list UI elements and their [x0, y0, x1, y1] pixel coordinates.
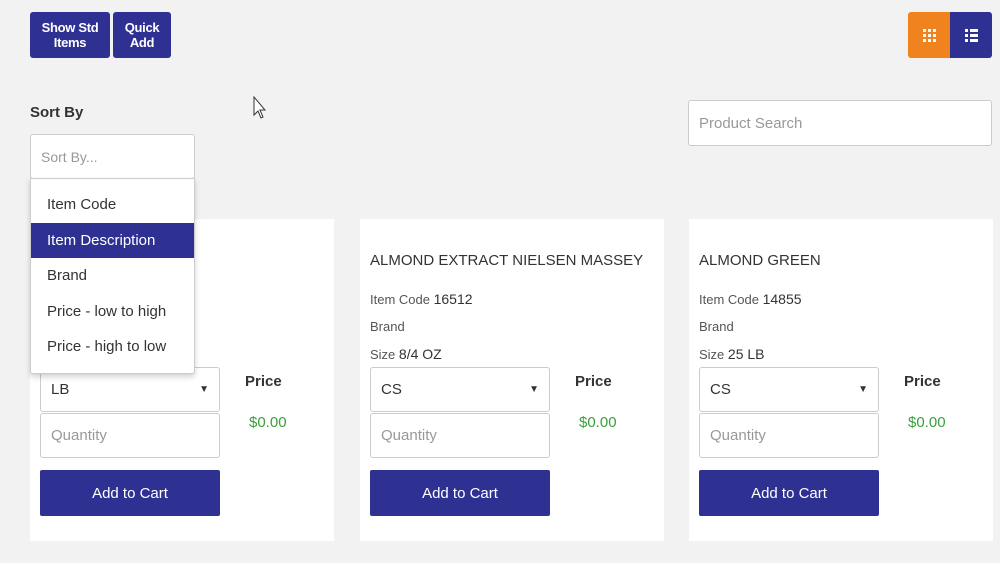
size-value: 8/4 OZ: [398, 346, 442, 362]
size-label: Size: [370, 347, 396, 362]
view-toggle: [908, 12, 992, 58]
item-code-value: 14855: [762, 291, 802, 307]
item-code-row: Item Code 16512: [370, 291, 473, 307]
show-std-items-button[interactable]: Show Std Items: [30, 12, 110, 58]
size-value: 25 LB: [727, 346, 765, 362]
mouse-cursor-icon: [253, 96, 267, 119]
uom-select[interactable]: CS ▼: [370, 367, 550, 412]
price-label: Price: [904, 373, 941, 390]
sort-option-price-high-low[interactable]: Price - high to low: [31, 329, 194, 365]
item-code-label: Item Code: [370, 292, 430, 307]
uom-value: CS: [381, 381, 402, 398]
price-label: Price: [245, 373, 282, 390]
add-to-cart-button[interactable]: Add to Cart: [370, 470, 550, 516]
quantity-input[interactable]: Quantity: [370, 413, 550, 458]
product-title: ALMOND EXTRACT NIELSEN MASSEY: [370, 252, 644, 269]
caret-down-icon: ▼: [858, 384, 868, 395]
sort-option-item-description[interactable]: Item Description: [31, 222, 194, 258]
price-value: $0.00: [908, 414, 946, 431]
uom-select[interactable]: LB ▼: [40, 367, 220, 412]
add-to-cart-button[interactable]: Add to Cart: [40, 470, 220, 516]
uom-select[interactable]: CS ▼: [699, 367, 879, 412]
sort-option-price-low-high[interactable]: Price - low to high: [31, 294, 194, 330]
item-code-label: Item Code: [699, 292, 759, 307]
size-label: Size: [699, 347, 725, 362]
sort-option-brand[interactable]: Brand: [31, 258, 194, 294]
size-row: Size 25 LB: [699, 346, 765, 362]
product-card: ALMOND EXTRACT NIELSEN MASSEY Item Code …: [360, 219, 664, 541]
product-card: ALMOND GREEN Item Code 14855 Brand Size …: [689, 219, 993, 541]
brand-label: Brand: [699, 319, 734, 334]
price-value: $0.00: [579, 414, 617, 431]
product-search-input[interactable]: Product Search: [688, 100, 992, 146]
quantity-input[interactable]: Quantity: [699, 413, 879, 458]
quick-add-button[interactable]: Quick Add: [113, 12, 171, 58]
grid-icon: [922, 28, 936, 42]
caret-down-icon: ▼: [529, 384, 539, 395]
caret-down-icon: ▼: [199, 384, 209, 395]
sort-option-item-code[interactable]: Item Code: [31, 187, 194, 223]
grid-view-button[interactable]: [908, 12, 950, 58]
brand-label: Brand: [370, 319, 405, 334]
size-row: Size 8/4 OZ: [370, 346, 442, 362]
product-title: ALMOND GREEN: [699, 252, 821, 269]
sort-by-select[interactable]: Sort By...: [30, 134, 195, 179]
sort-by-label: Sort By: [30, 104, 84, 121]
sort-by-dropdown-menu: Item Code Item Description Brand Price -…: [30, 178, 195, 374]
price-label: Price: [575, 373, 612, 390]
add-to-cart-button[interactable]: Add to Cart: [699, 470, 879, 516]
list-icon: [964, 28, 978, 42]
item-code-row: Item Code 14855: [699, 291, 802, 307]
uom-value: CS: [710, 381, 731, 398]
quantity-input[interactable]: Quantity: [40, 413, 220, 458]
uom-value: LB: [51, 381, 70, 398]
price-value: $0.00: [249, 414, 287, 431]
list-view-button[interactable]: [950, 12, 992, 58]
item-code-value: 16512: [433, 291, 473, 307]
